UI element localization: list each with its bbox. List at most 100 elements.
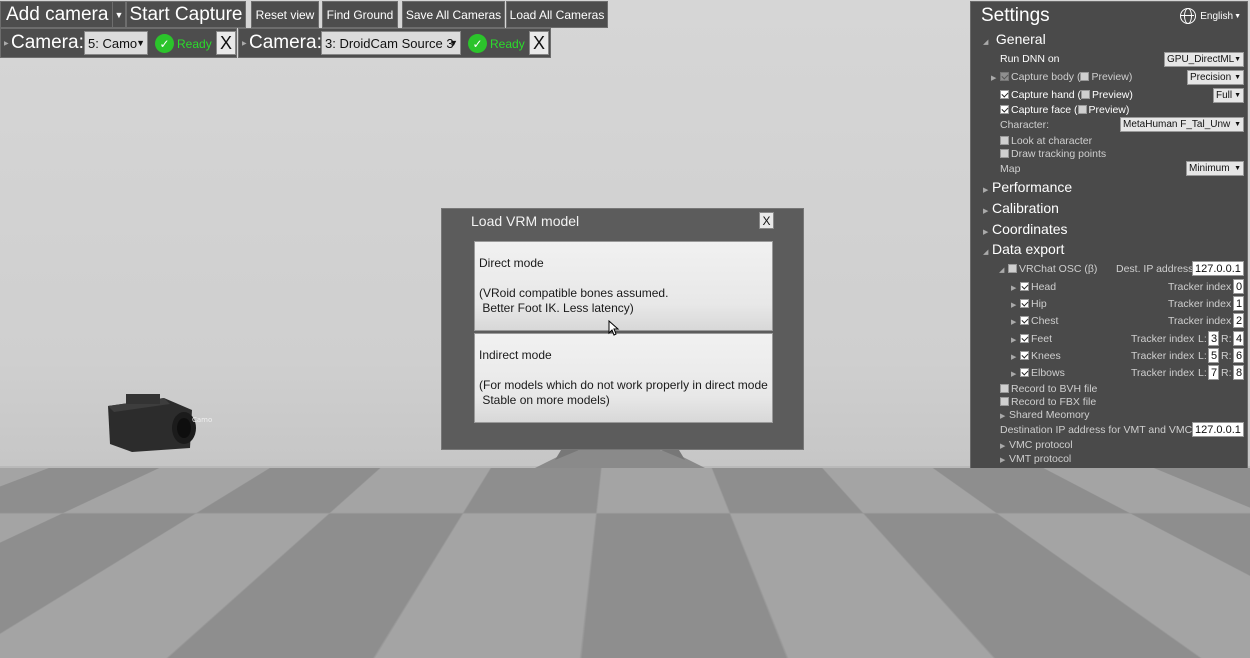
start-capture-button[interactable]: Start Capture (126, 1, 246, 28)
run-dnn-select[interactable]: GPU_DirectML ▼ (1164, 52, 1244, 67)
fps-readout: 59.66 fps (2, 621, 67, 638)
collapsed-triangle-icon[interactable]: ▶ (1011, 370, 1020, 378)
look-at-character-row: Look at character (1000, 135, 1250, 147)
capture-body-label: Capture body ( (1011, 71, 1081, 83)
load-all-cameras-button[interactable]: Load All Cameras (506, 1, 608, 28)
map-value: Minimum (1189, 163, 1230, 174)
ms-per-frame-readout: 16.75 ms/frame (2, 639, 111, 656)
section-data-export[interactable]: ◢ Data export (983, 241, 1250, 257)
tracker-index-label: Tracker index (1168, 281, 1232, 293)
collapsed-triangle-icon[interactable]: ▶ (1011, 353, 1020, 361)
preview-label: Preview) (1092, 89, 1133, 101)
capture-hand-label: Capture hand ( (1011, 89, 1082, 101)
expand-triangle-icon[interactable]: ▶ (4, 40, 9, 47)
vmt-protocol-row[interactable]: ▶ VMT protocol (1000, 453, 1250, 465)
tracker-knees-checkbox[interactable] (1020, 351, 1029, 360)
dest-ip-label: Dest. IP address (1116, 263, 1194, 275)
tracker-elbows-left-input[interactable]: 7 (1208, 365, 1219, 380)
vmc-protocol-row[interactable]: ▶ VMC protocol (1000, 439, 1250, 451)
collapsed-triangle-icon: ▶ (983, 229, 989, 236)
save-all-cameras-button[interactable]: Save All Cameras (402, 1, 505, 28)
collapsed-triangle-icon[interactable]: ▶ (1011, 336, 1020, 344)
tracker-chest-checkbox[interactable] (1020, 316, 1029, 325)
collapsed-triangle-icon[interactable]: ▶ (1011, 284, 1020, 292)
vmc-protocol-label: VMC protocol (1009, 439, 1073, 451)
dest-ip-input[interactable]: 127.0.0.1 (1192, 261, 1244, 276)
vrchat-osc-checkbox[interactable] (1008, 264, 1017, 273)
map-select[interactable]: Minimum ▼ (1186, 161, 1244, 176)
tracker-elbows-right-input[interactable]: 8 (1233, 365, 1244, 380)
capture-body-mode-select[interactable]: Precision ▼ (1187, 70, 1244, 85)
camera-source-value: 3: DroidCam Source 3 (325, 35, 454, 51)
section-coordinates[interactable]: ▶ Coordinates (983, 221, 1250, 237)
remove-camera-button[interactable]: X (216, 31, 236, 55)
look-at-character-checkbox[interactable] (1000, 136, 1009, 145)
tracker-index-label: Tracker index (1131, 333, 1195, 345)
record-bvh-row: Record to BVH file (1000, 383, 1250, 395)
shared-memory-row[interactable]: ▶ Shared Meomory (1000, 409, 1250, 421)
find-ground-button[interactable]: Find Ground (322, 1, 398, 28)
tracker-head-index-input[interactable]: 0 (1233, 279, 1244, 294)
capture-face-checkbox[interactable] (1000, 105, 1009, 114)
camera-source-select[interactable]: 3: DroidCam Source 3 ▼ (321, 31, 461, 55)
section-about[interactable]: ▶ About MocapForAll (983, 509, 1250, 525)
collapsed-triangle-icon[interactable]: ▶ (1011, 318, 1020, 326)
tracker-feet-label: Feet (1031, 333, 1053, 345)
record-bvh-checkbox[interactable] (1000, 384, 1009, 393)
character-select[interactable]: MetaHuman F_Tal_Unw ▼ (1120, 117, 1244, 132)
remove-camera-button[interactable]: X (529, 31, 549, 55)
tracker-hip-index-input[interactable]: 1 (1233, 296, 1244, 311)
left-index-label: L: (1198, 350, 1207, 362)
indirect-mode-title: Indirect mode (479, 348, 552, 362)
reset-view-button[interactable]: Reset view (251, 1, 319, 28)
camera-status-label: Ready (177, 36, 212, 51)
vmt-vmc-ip-label: Destination IP address for VMT and VMC (1000, 424, 1193, 436)
tracker-feet-checkbox[interactable] (1020, 334, 1029, 343)
tracker-feet-right-input[interactable]: 4 (1233, 331, 1244, 346)
draw-tracking-points-checkbox[interactable] (1000, 149, 1009, 158)
section-advanced-label: Advanced (992, 489, 1055, 505)
collapsed-triangle-icon[interactable]: ▶ (1011, 301, 1020, 309)
dialog-close-button[interactable]: X (759, 212, 774, 229)
tracker-head-checkbox[interactable] (1020, 282, 1029, 291)
section-animation-post-process-label: Animation Post Process (992, 468, 1141, 484)
tracker-hip-checkbox[interactable] (1020, 299, 1029, 308)
section-general[interactable]: ◢ General (983, 31, 1250, 47)
section-coordinates-label: Coordinates (992, 221, 1068, 237)
look-at-character-label: Look at character (1011, 135, 1093, 147)
section-calibration[interactable]: ▶ Calibration (983, 200, 1250, 216)
expand-triangle-icon[interactable]: ▶ (242, 40, 247, 47)
chevron-down-icon: ▼ (136, 38, 145, 48)
settings-panel: Settings English ▼ ◢ General Run DNN on … (970, 1, 1248, 527)
capture-body-checkbox[interactable] (1000, 72, 1009, 81)
direct-mode-button[interactable]: Direct mode (VRoid compatible bones assu… (474, 241, 773, 331)
capture-body-preview-checkbox[interactable] (1080, 72, 1090, 81)
capture-face-preview-checkbox[interactable] (1077, 105, 1087, 114)
language-selector[interactable]: English ▼ (1180, 8, 1241, 24)
capture-hand-checkbox[interactable] (1000, 90, 1009, 99)
tracker-elbows-checkbox[interactable] (1020, 368, 1029, 377)
section-animation-post-process[interactable]: ▶ Animation Post Process (983, 468, 1250, 484)
tracker-feet-left-input[interactable]: 3 (1208, 331, 1219, 346)
indirect-mode-button[interactable]: Indirect mode (For models which do not w… (474, 333, 773, 423)
draw-tracking-points-label: Draw tracking points (1011, 148, 1107, 160)
section-performance[interactable]: ▶ Performance (983, 179, 1250, 195)
capture-hand-mode-select[interactable]: Full ▼ (1213, 88, 1244, 103)
capture-hand-preview-checkbox[interactable] (1081, 90, 1091, 99)
camera-model-icon[interactable]: Camo (104, 392, 214, 456)
add-camera-button[interactable]: Add camera ▼ (0, 1, 126, 28)
expanded-triangle-icon[interactable]: ◢ (999, 266, 1008, 274)
left-index-label: L: (1198, 367, 1207, 379)
camera-source-select[interactable]: 5: Camo ▼ (84, 31, 148, 55)
tracker-knees-right-input[interactable]: 6 (1233, 348, 1244, 363)
tracker-chest-index-input[interactable]: 2 (1233, 313, 1244, 328)
collapsed-triangle-icon[interactable]: ▶ (991, 74, 1000, 82)
add-camera-dropdown-icon[interactable]: ▼ (112, 2, 125, 27)
section-calibration-label: Calibration (992, 200, 1059, 216)
tracker-knees-left-input[interactable]: 5 (1208, 348, 1219, 363)
trial-warning-text: [Free Trial] Data export stops after: 10… (428, 574, 808, 595)
section-advanced[interactable]: ▶ Advanced (983, 489, 1250, 505)
record-fbx-checkbox[interactable] (1000, 397, 1009, 406)
collapsed-triangle-icon: ▶ (983, 476, 989, 483)
vmt-vmc-ip-input[interactable]: 127.0.0.1 (1192, 422, 1244, 437)
